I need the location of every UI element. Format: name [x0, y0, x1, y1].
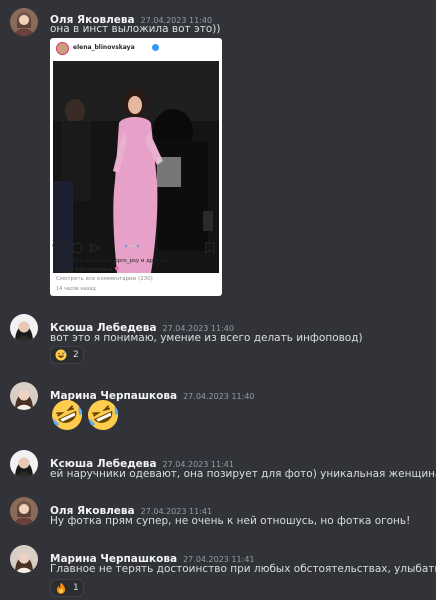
avatar[interactable] [10, 545, 38, 573]
message-text: она в инст выложила вот это)) [50, 23, 221, 35]
avatar[interactable] [10, 497, 38, 525]
message-text: вот это я понимаю, умение из всего делат… [50, 332, 363, 344]
message: Оля Яковлева 27.04.2023 11:41 Ну фотка пр… [0, 493, 436, 537]
pink-heart-icon: ♥ [114, 267, 120, 273]
avatar[interactable] [10, 8, 38, 36]
verified-badge-icon [152, 44, 159, 51]
embed-header: elena_blinovskaya [50, 38, 222, 60]
embed-comments-link[interactable]: Смотреть все комментарии (230) [56, 276, 153, 282]
rofl-icon [88, 400, 119, 430]
message: Ксюша Лебедева 27.04.2023 11:41 ей наручн… [0, 446, 436, 490]
rofl-icon [52, 400, 83, 430]
grinning-sweat-icon [55, 349, 67, 361]
emoji-message [50, 398, 120, 432]
embed-username: elena_blinovskaya [73, 44, 135, 51]
timestamp: 27.04.2023 11:40 [183, 392, 255, 401]
reaction-button[interactable]: 1 [50, 579, 84, 597]
message: Оля Яковлева 27.04.2023 11:40 она в инст … [0, 0, 436, 300]
instagram-embed[interactable]: elena_blinovskaya Нравится anastasia_ppr… [50, 38, 222, 296]
message: Ксюша Лебедева 27.04.2023 11:40 вот это я… [0, 310, 436, 370]
reaction-button[interactable]: 2 [50, 346, 84, 364]
avatar[interactable] [10, 314, 38, 342]
message: Марина Черпашкова 27.04.2023 11:41 Главно… [0, 541, 436, 600]
embed-actions [50, 240, 222, 260]
message-text: Ну фотка прям супер, не очень к ней отно… [50, 515, 411, 527]
message-text: ей наручники одевают, она позирует для ф… [50, 468, 436, 480]
fire-icon [56, 582, 66, 594]
avatar[interactable] [10, 450, 38, 478]
embed-caption-user: elena_blinovskaya [56, 267, 113, 273]
embed-caption: elena_blinovskaya ♥ [56, 267, 119, 273]
embed-time: 14 часов назад [56, 286, 96, 292]
reaction-count: 1 [73, 583, 79, 593]
avatar[interactable] [10, 382, 38, 410]
message-text: Главное не терять достоинство при любых … [50, 563, 436, 575]
embed-likes: Нравится anastasia_ppro_psy и другим [56, 258, 168, 264]
reaction-count: 2 [73, 350, 79, 360]
embed-avatar [56, 42, 69, 55]
